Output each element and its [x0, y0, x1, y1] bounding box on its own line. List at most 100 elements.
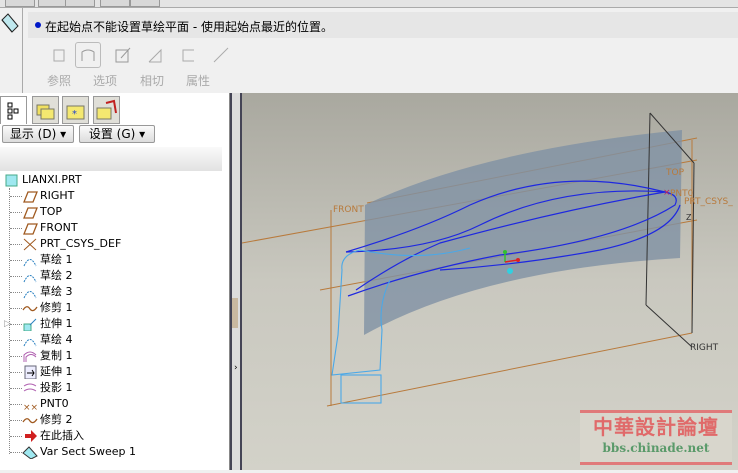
tangency-edit-icon[interactable] [110, 42, 136, 68]
csys-z-label: Z [686, 213, 692, 222]
tree-item-label: LIANXI.PRT [22, 173, 82, 186]
right-label: RIGHT [690, 343, 719, 353]
show-menu-button[interactable]: 显示 (D) ▾ [2, 125, 74, 143]
var-sect-sweep-icon [22, 446, 38, 459]
tangent-icon[interactable] [143, 42, 169, 68]
tree-connector [10, 372, 22, 373]
tree-item[interactable]: 复制 1 [0, 348, 228, 364]
tab-favorites[interactable]: * [62, 96, 89, 124]
watermark-url: bbs.chinade.net [602, 441, 710, 455]
bracket-icon[interactable] [175, 42, 201, 68]
message-text: 在起始点不能设置草绘平面 - 使用起始点最近的位置。 [45, 20, 333, 34]
collapse-left-handle[interactable] [232, 298, 238, 328]
tree-item-label: 延伸 1 [40, 365, 73, 378]
toolbar-button[interactable] [130, 0, 160, 7]
tree-item-label: 投影 1 [40, 381, 73, 394]
feature-icon-column [0, 8, 23, 93]
toolbar-button[interactable] [38, 0, 68, 7]
tree-connector [10, 244, 22, 245]
tree-connector [10, 212, 22, 213]
tree-item-label: TOP [40, 205, 63, 218]
tree-item[interactable]: 在此插入 [0, 428, 228, 444]
tree-item[interactable]: ▷ 拉伸 1 [0, 316, 228, 332]
tree-item-label: 拉伸 1 [40, 317, 73, 330]
tree-item[interactable]: 草绘 1 [0, 252, 228, 268]
tree-connector [10, 356, 22, 357]
expand-right-arrow-icon[interactable]: › [234, 363, 238, 373]
datum-plane-icon [23, 223, 38, 235]
tree-item-label: 在此插入 [40, 429, 84, 442]
tree-item[interactable]: 草绘 2 [0, 268, 228, 284]
tree-item[interactable]: 投影 1 [0, 380, 228, 396]
expand-arrow-icon[interactable]: ▷ [4, 316, 11, 332]
tree-item[interactable]: RIGHT [0, 188, 228, 204]
datum-point-marker: × [663, 188, 671, 198]
tab-folders[interactable] [32, 96, 59, 124]
tree-connector [10, 404, 22, 405]
datum-plane-icon [23, 191, 38, 203]
datum-point-icon: ×× [23, 403, 38, 411]
tab-model-tree[interactable] [0, 96, 27, 124]
datum-plane-icon [23, 207, 38, 219]
tree-connector [10, 436, 22, 437]
tree-item-label: PNT0 [40, 397, 69, 410]
tree-item-label: 草绘 4 [40, 333, 73, 346]
tree-item[interactable]: 修剪 2 [0, 412, 228, 428]
tree-item-label: 草绘 3 [40, 285, 73, 298]
favorites-folder-icon: * [66, 105, 85, 120]
tree-item-label: 修剪 1 [40, 301, 73, 314]
tree-item[interactable]: PRT_CSYS_DEF [0, 236, 228, 252]
tree-connector [10, 276, 22, 277]
toolbar-button[interactable] [65, 0, 95, 7]
csys-label: PRT_CSYS_ [684, 197, 733, 207]
insert-here-arrow-icon [25, 430, 37, 442]
top-toolbar-strip [0, 0, 738, 8]
tree-connector [10, 452, 22, 453]
folders-icon [36, 104, 55, 120]
tree-item-label: 复制 1 [40, 349, 73, 362]
tree-item[interactable]: FRONT [0, 220, 228, 236]
toolbar-button[interactable] [5, 0, 35, 7]
tree-connector [10, 308, 22, 309]
tree-item[interactable]: Var Sect Sweep 1 [0, 444, 228, 460]
tab-options[interactable]: 选项 [93, 72, 117, 89]
tree-item[interactable]: TOP [0, 204, 228, 220]
settings-menu-button[interactable]: 设置 (G) ▾ [79, 125, 155, 143]
sketch-icon [23, 339, 37, 347]
tree-connector [10, 196, 22, 197]
info-bullet-icon [35, 22, 41, 28]
tree-item-label: 修剪 2 [40, 413, 73, 426]
front-label: FRONT [333, 205, 364, 215]
tree-item[interactable]: 延伸 1 [0, 364, 228, 380]
part-icon [5, 174, 18, 187]
tree-item[interactable]: ×× PNT0 [0, 396, 228, 412]
tree-item[interactable]: 草绘 3 [0, 284, 228, 300]
tree-connector [10, 324, 22, 325]
tab-properties[interactable]: 属性 [186, 72, 210, 89]
extrude-icon [23, 318, 37, 331]
tree-connector [10, 260, 22, 261]
tree-item-label: 草绘 2 [40, 269, 73, 282]
sketch-icon [23, 259, 37, 267]
trim-icon [22, 306, 38, 312]
tab-references[interactable]: 参照 [47, 72, 71, 89]
svg-text:××: ×× [23, 403, 38, 411]
sweep-surface[interactable] [364, 130, 682, 335]
references-icon[interactable] [46, 42, 72, 68]
sketch-icon [23, 275, 37, 283]
toolbar-button[interactable] [100, 0, 130, 7]
tree-connector [10, 340, 22, 341]
tree-item-label: FRONT [40, 221, 78, 234]
properties-icon[interactable] [208, 42, 234, 68]
tree-item[interactable]: LIANXI.PRT [0, 172, 228, 188]
tab-tangency[interactable]: 相切 [140, 72, 164, 89]
var-sect-sweep-icon [1, 13, 19, 33]
sketch-icon [23, 291, 37, 299]
tree-item-label: Var Sect Sweep 1 [40, 445, 137, 458]
options-icon[interactable] [75, 42, 101, 68]
tree-item[interactable]: 修剪 1 [0, 300, 228, 316]
tree-connector [10, 292, 22, 293]
tree-item[interactable]: 草绘 4 [0, 332, 228, 348]
panel-splitter[interactable]: › [230, 93, 242, 470]
tab-tools[interactable] [93, 96, 120, 124]
